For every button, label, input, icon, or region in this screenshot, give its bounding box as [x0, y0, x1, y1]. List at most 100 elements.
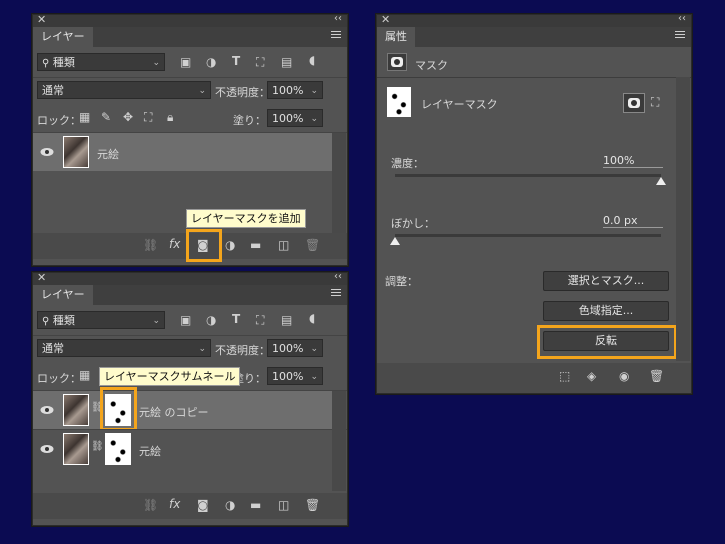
lock-all-icon[interactable]: 🔒︎: [167, 110, 173, 125]
lock-move-icon[interactable]: ✥: [123, 110, 133, 124]
lock-transparent-icon[interactable]: ▦: [79, 110, 90, 124]
eye-icon[interactable]: [40, 444, 54, 454]
adjust-label: 調整：: [385, 275, 418, 288]
panel-header: ✕ ‹‹: [33, 13, 347, 27]
new-layer-icon[interactable]: ◫: [278, 498, 289, 512]
layer-row[interactable]: ⛓ 元絵 のコピー: [33, 391, 332, 429]
eye-icon[interactable]: ◉: [619, 369, 629, 383]
adjustment-filter-icon[interactable]: ◑: [206, 313, 216, 327]
fill-label: 塗り：: [233, 114, 266, 127]
type-filter-icon[interactable]: T: [232, 54, 240, 68]
add-mask-icon[interactable]: ◙: [197, 498, 209, 512]
filter-toggle-icon[interactable]: ◖: [309, 311, 315, 325]
blend-mode-value: 通常: [42, 342, 64, 355]
collapse-icon[interactable]: ‹‹: [334, 271, 342, 282]
feather-slider-track[interactable]: [395, 234, 661, 237]
layer-thumbnail[interactable]: [63, 433, 89, 465]
opacity-input[interactable]: 100% ⌄: [267, 81, 323, 99]
opacity-value: 100%: [272, 342, 304, 355]
lock-transparent-icon[interactable]: ▦: [79, 368, 90, 382]
vector-mask-icon[interactable]: ⛶: [651, 95, 659, 110]
density-value[interactable]: 100%: [603, 154, 663, 168]
collapse-icon[interactable]: ‹‹: [678, 13, 686, 24]
tab-row: 属性: [377, 27, 691, 47]
eye-icon[interactable]: [40, 147, 54, 157]
trash-icon[interactable]: 🗑︎: [649, 369, 664, 383]
image-filter-icon[interactable]: ▣: [180, 55, 191, 69]
smartobject-filter-icon[interactable]: ▤: [281, 55, 292, 69]
smartobject-filter-icon[interactable]: ▤: [281, 313, 292, 327]
filter-kind-label: 種類: [52, 314, 75, 327]
filter-kind-select[interactable]: ⚲ 種類 ⌄: [37, 311, 165, 329]
chevron-down-icon: ⌄: [310, 372, 318, 382]
layer-name[interactable]: 元絵: [139, 443, 161, 459]
pixel-mask-button[interactable]: [623, 93, 645, 113]
layers-panel-top: ✕ ‹‹ レイヤー ⚲ 種類 ⌄ ▣ ◑ T ⛶ ▤ ◖ 通常 ⌄ 不透明度： …: [32, 13, 348, 266]
chevron-down-icon: ⌄: [152, 316, 160, 326]
lock-paint-icon[interactable]: ✎: [101, 110, 111, 124]
color-range-button[interactable]: 色域指定...: [543, 301, 669, 321]
layers-panel-bottom: ✕ ‹‹ レイヤー ⚲ 種類 ⌄ ▣ ◑ T ⛶ ▤ ◖ 通常 ⌄ 不透明度： …: [32, 271, 348, 526]
fill-input[interactable]: 100% ⌄: [267, 109, 323, 127]
layer-name[interactable]: 元絵 のコピー: [139, 404, 209, 420]
mask-thumbnail[interactable]: [105, 433, 131, 465]
layer-thumbnail[interactable]: [63, 394, 89, 426]
apply-mask-icon[interactable]: ◈: [587, 369, 596, 383]
add-mask-tooltip: レイヤーマスクを追加: [186, 209, 306, 228]
adjustment-layer-icon[interactable]: ◑: [225, 498, 235, 512]
panel-menu-icon[interactable]: [331, 289, 341, 299]
folder-icon[interactable]: ▬: [250, 498, 261, 512]
filter-kind-label: 種類: [52, 56, 75, 69]
image-filter-icon[interactable]: ▣: [180, 313, 191, 327]
close-icon[interactable]: ✕: [37, 13, 46, 26]
type-filter-icon[interactable]: T: [232, 312, 240, 326]
layer-row[interactable]: ⛓ 元絵: [33, 430, 332, 468]
density-slider-knob[interactable]: [656, 177, 666, 185]
trash-icon[interactable]: 🗑︎: [305, 238, 320, 252]
properties-toolbar: ⬚ ◈ ◉ 🗑︎: [377, 363, 691, 393]
filter-toggle-icon[interactable]: ◖: [309, 53, 315, 67]
link-icon[interactable]: ⛓: [143, 238, 158, 252]
load-selection-icon[interactable]: ⬚: [559, 369, 570, 383]
feather-slider-knob[interactable]: [390, 237, 400, 245]
adjustment-filter-icon[interactable]: ◑: [206, 55, 216, 69]
filter-kind-select[interactable]: ⚲ 種類 ⌄: [37, 53, 165, 71]
shape-filter-icon[interactable]: ⛶: [256, 313, 264, 328]
panel-menu-icon[interactable]: [675, 31, 685, 41]
eye-icon[interactable]: [40, 405, 54, 415]
close-icon[interactable]: ✕: [381, 13, 390, 26]
tab-layers[interactable]: レイヤー: [33, 285, 93, 305]
chevron-down-icon: ⌄: [198, 344, 206, 354]
blend-mode-select[interactable]: 通常 ⌄: [37, 81, 211, 99]
opacity-value: 100%: [272, 84, 304, 97]
blend-mode-select[interactable]: 通常 ⌄: [37, 339, 211, 357]
lock-artboard-icon[interactable]: ⛶: [144, 110, 152, 125]
opacity-input[interactable]: 100% ⌄: [267, 339, 323, 357]
feather-value[interactable]: 0.0 px: [603, 214, 663, 228]
tab-layers[interactable]: レイヤー: [33, 27, 93, 47]
adjustment-layer-icon[interactable]: ◑: [225, 238, 235, 252]
layer-name[interactable]: 元絵: [97, 146, 119, 162]
panel-menu-icon[interactable]: [331, 31, 341, 41]
tab-row: レイヤー: [33, 285, 347, 305]
chain-link-icon[interactable]: ⛓: [91, 441, 104, 452]
folder-icon[interactable]: ▬: [250, 238, 261, 252]
fx-icon[interactable]: fx: [169, 497, 180, 511]
tab-properties[interactable]: 属性: [377, 27, 415, 47]
layer-row[interactable]: 元絵: [33, 133, 332, 171]
mask-thumbnail-highlight: [100, 387, 137, 431]
chevron-down-icon: ⌄: [198, 86, 206, 96]
layer-thumbnail[interactable]: [63, 136, 89, 168]
fx-icon[interactable]: fx: [169, 237, 180, 251]
density-slider-track[interactable]: [395, 174, 661, 177]
invert-highlight: [537, 325, 677, 359]
shape-filter-icon[interactable]: ⛶: [256, 55, 264, 70]
close-icon[interactable]: ✕: [37, 271, 46, 284]
select-and-mask-button[interactable]: 選択とマスク...: [543, 271, 669, 291]
link-icon[interactable]: ⛓: [143, 498, 158, 512]
new-layer-icon[interactable]: ◫: [278, 238, 289, 252]
collapse-icon[interactable]: ‹‹: [334, 13, 342, 24]
fill-input[interactable]: 100% ⌄: [267, 367, 323, 385]
trash-icon[interactable]: 🗑︎: [305, 498, 320, 512]
panel-header: ✕ ‹‹: [33, 271, 347, 285]
